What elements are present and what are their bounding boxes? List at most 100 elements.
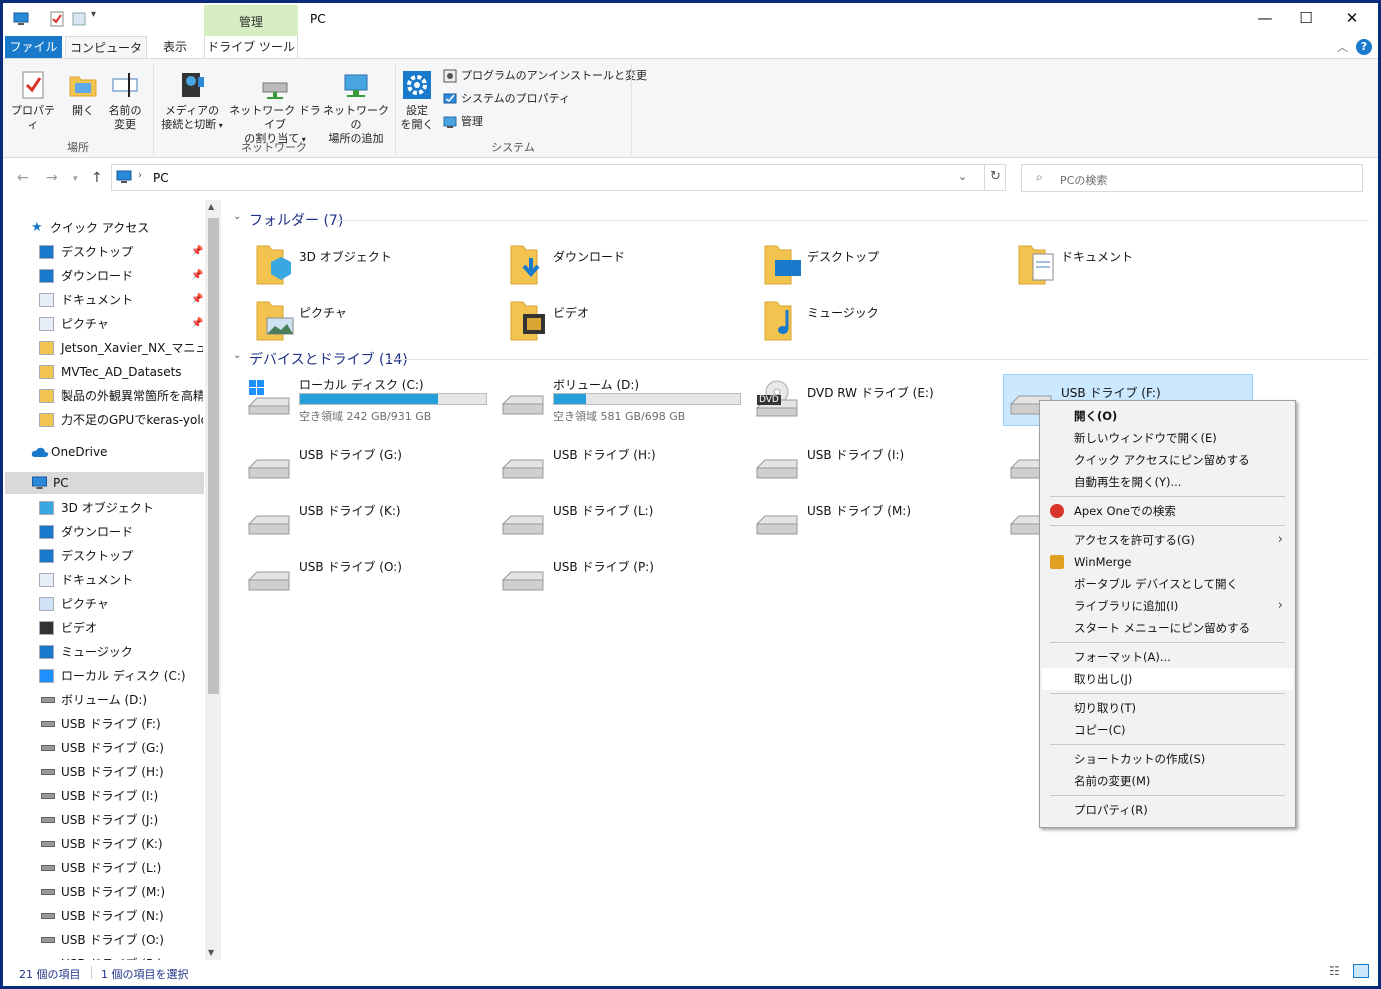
menu-item-open-portable[interactable]: ポータブル デバイスとして開く — [1042, 573, 1293, 595]
menu-item-winmerge[interactable]: WinMerge — [1042, 551, 1293, 573]
menu-item-properties[interactable]: プロパティ(R) — [1042, 799, 1293, 821]
nav-scrollbar[interactable]: ▲ ▼ — [205, 200, 221, 960]
open-settings-button[interactable]: 設定 を開く — [397, 69, 437, 132]
address-bar[interactable]: › PC ⌄ ↻ — [111, 164, 1006, 191]
scroll-thumb[interactable] — [208, 218, 219, 694]
nav-pc-item[interactable]: ローカル ディスク (C:) — [3, 665, 203, 687]
folder-item[interactable]: ピクチャ — [253, 296, 493, 346]
nav-quick-access-item[interactable]: デスクトップ 📌 — [3, 241, 203, 263]
maximize-button[interactable]: ☐ — [1283, 3, 1329, 35]
open-button[interactable]: 開く — [63, 69, 103, 118]
nav-pc-item[interactable]: 3D オブジェクト — [3, 497, 203, 519]
folder-item[interactable]: ダウンロード — [507, 240, 747, 290]
up-arrow-icon[interactable]: ↑ — [91, 170, 103, 186]
help-icon[interactable]: ? — [1356, 39, 1372, 55]
menu-item-cut[interactable]: 切り取り(T) — [1042, 697, 1293, 719]
pin-icon[interactable]: 📌 — [191, 265, 203, 287]
menu-item-pin-quick-access[interactable]: クイック アクセスにピン留めする — [1042, 449, 1293, 471]
drive-e[interactable]: DVD DVD RW ドライブ (E:) — [751, 376, 1001, 430]
menu-item-format[interactable]: フォーマット(A)... — [1042, 646, 1293, 668]
minimize-button[interactable]: — — [1242, 3, 1288, 35]
scroll-up-icon[interactable]: ▲ — [208, 202, 214, 211]
drives-header[interactable]: デバイスとドライブ (14) — [249, 349, 408, 369]
manage-button[interactable]: 管理 — [443, 113, 483, 133]
pc-icon[interactable] — [13, 11, 29, 27]
map-drive-button[interactable]: ネットワーク ドライブ の割り当て ▾ — [229, 69, 321, 147]
nav-pc-item[interactable]: USB ドライブ (M:) — [3, 881, 203, 903]
tab-computer[interactable]: コンピューター — [65, 36, 147, 77]
nav-quick-access-item[interactable]: ピクチャ 📌 — [3, 313, 203, 335]
folder-item[interactable]: デスクトップ — [761, 240, 1001, 290]
nav-pc-item[interactable]: USB ドライブ (O:) — [3, 929, 203, 951]
add-network-location-button[interactable]: ネットワークの 場所の追加 — [321, 69, 391, 146]
breadcrumb-pc[interactable]: PC — [153, 171, 169, 185]
menu-item-open-new-window[interactable]: 新しいウィンドウで開く(E) — [1042, 427, 1293, 449]
menu-item-give-access[interactable]: アクセスを許可する(G) › — [1042, 529, 1293, 551]
menu-item-pin-start[interactable]: スタート メニューにピン留めする — [1042, 617, 1293, 639]
tab-file[interactable]: ファイル — [5, 36, 62, 59]
usb-drive-item[interactable]: USB ドライブ (P:) — [497, 552, 747, 606]
nav-pc-item[interactable]: デスクトップ — [3, 545, 203, 567]
menu-item-eject[interactable]: 取り出し(J) — [1042, 668, 1293, 690]
usb-drive-item[interactable]: USB ドライブ (H:) — [497, 440, 747, 494]
menu-item-add-library[interactable]: ライブラリに追加(I) › — [1042, 595, 1293, 617]
chevron-down-icon[interactable]: ⌄ — [233, 211, 241, 222]
refresh-icon[interactable]: ↻ — [990, 169, 1001, 184]
tab-drive-tools[interactable]: ドライブ ツール — [204, 36, 298, 59]
nav-onedrive[interactable]: OneDrive — [3, 441, 203, 463]
usb-drive-item[interactable]: USB ドライブ (I:) — [751, 440, 1001, 494]
menu-item-apex-search[interactable]: Apex Oneでの検索 — [1042, 500, 1293, 522]
menu-item-autoplay[interactable]: 自動再生を開く(Y)... — [1042, 471, 1293, 493]
nav-pc-item[interactable]: USB ドライブ (N:) — [3, 905, 203, 927]
folder-item[interactable]: ビデオ — [507, 296, 747, 346]
scroll-down-icon[interactable]: ▼ — [208, 948, 214, 957]
address-dropdown-icon[interactable]: ⌄ — [958, 170, 967, 183]
pin-icon[interactable]: 📌 — [191, 289, 203, 311]
nav-pc-item[interactable]: USB ドライブ (J:) — [3, 809, 203, 831]
nav-pc-item[interactable]: ダウンロード — [3, 521, 203, 543]
nav-quick-access-item[interactable]: ダウンロード 📌 — [3, 265, 203, 287]
properties-check-icon[interactable] — [49, 11, 65, 27]
nav-pc-item[interactable]: USB ドライブ (K:) — [3, 833, 203, 855]
drive-d[interactable]: ボリューム (D:) 空き領域 581 GB/698 GB — [497, 376, 747, 430]
nav-pc-item[interactable]: USB ドライブ (I:) — [3, 785, 203, 807]
nav-pc-item[interactable]: USB ドライブ (F:) — [3, 713, 203, 735]
usb-drive-item[interactable]: USB ドライブ (G:) — [243, 440, 493, 494]
ribbon-collapse-icon[interactable]: ︿ — [1337, 39, 1348, 55]
tab-view[interactable]: 表示 — [153, 36, 197, 59]
nav-pc-item[interactable]: ビデオ — [3, 617, 203, 639]
nav-pc-item[interactable]: USB ドライブ (H:) — [3, 761, 203, 783]
folders-header[interactable]: フォルダー (7) — [249, 210, 343, 230]
nav-quick-access-item[interactable]: Jetson_Xavier_NX_マニュアル作 — [3, 337, 203, 359]
close-button[interactable]: ✕ — [1329, 3, 1375, 35]
nav-pc-item[interactable]: USB ドライブ (G:) — [3, 737, 203, 759]
media-connect-button[interactable]: メディアの 接続と切断 ▾ — [155, 69, 229, 133]
pin-icon[interactable]: 📌 — [191, 241, 203, 263]
details-view-icon[interactable]: ☷ — [1329, 964, 1340, 978]
search-box[interactable]: ⌕ PCの検索 — [1021, 164, 1363, 192]
system-properties-button[interactable]: システムのプロパティ — [443, 90, 570, 110]
nav-quick-access[interactable]: ★ クイック アクセス — [3, 217, 203, 239]
usb-drive-item[interactable]: USB ドライブ (K:) — [243, 496, 493, 550]
menu-item-open[interactable]: 開く(O) — [1042, 405, 1293, 427]
folder-item[interactable]: ドキュメント — [1015, 240, 1255, 290]
nav-pc-item[interactable]: ミュージック — [3, 641, 203, 663]
nav-quick-access-item[interactable]: ドキュメント 📌 — [3, 289, 203, 311]
back-arrow-icon[interactable]: ← — [17, 170, 29, 186]
uninstall-button[interactable]: プログラムのアンインストールと変更 — [443, 67, 647, 87]
nav-pc-item[interactable]: ボリューム (D:) — [3, 689, 203, 711]
drive-c[interactable]: ローカル ディスク (C:) 空き領域 242 GB/931 GB — [243, 376, 493, 430]
nav-pc[interactable]: PC — [3, 472, 203, 494]
folder-item[interactable]: 3D オブジェクト — [253, 240, 493, 290]
pin-icon[interactable]: 📌 — [191, 313, 203, 335]
usb-drive-item[interactable]: USB ドライブ (M:) — [751, 496, 1001, 550]
menu-item-copy[interactable]: コピー(C) — [1042, 719, 1293, 741]
forward-arrow-icon[interactable]: → — [46, 170, 58, 186]
quick-access-dropdown-icon[interactable]: ▾ — [91, 9, 107, 25]
new-folder-icon[interactable] — [71, 11, 87, 27]
chevron-down-icon[interactable]: ⌄ — [233, 350, 241, 361]
menu-item-rename[interactable]: 名前の変更(M) — [1042, 770, 1293, 792]
nav-quick-access-item[interactable]: 製品の外観異常箇所を高精度 — [3, 385, 203, 407]
nav-pc-item[interactable]: ピクチャ — [3, 593, 203, 615]
rename-button[interactable]: 名前の 変更 — [103, 69, 147, 132]
